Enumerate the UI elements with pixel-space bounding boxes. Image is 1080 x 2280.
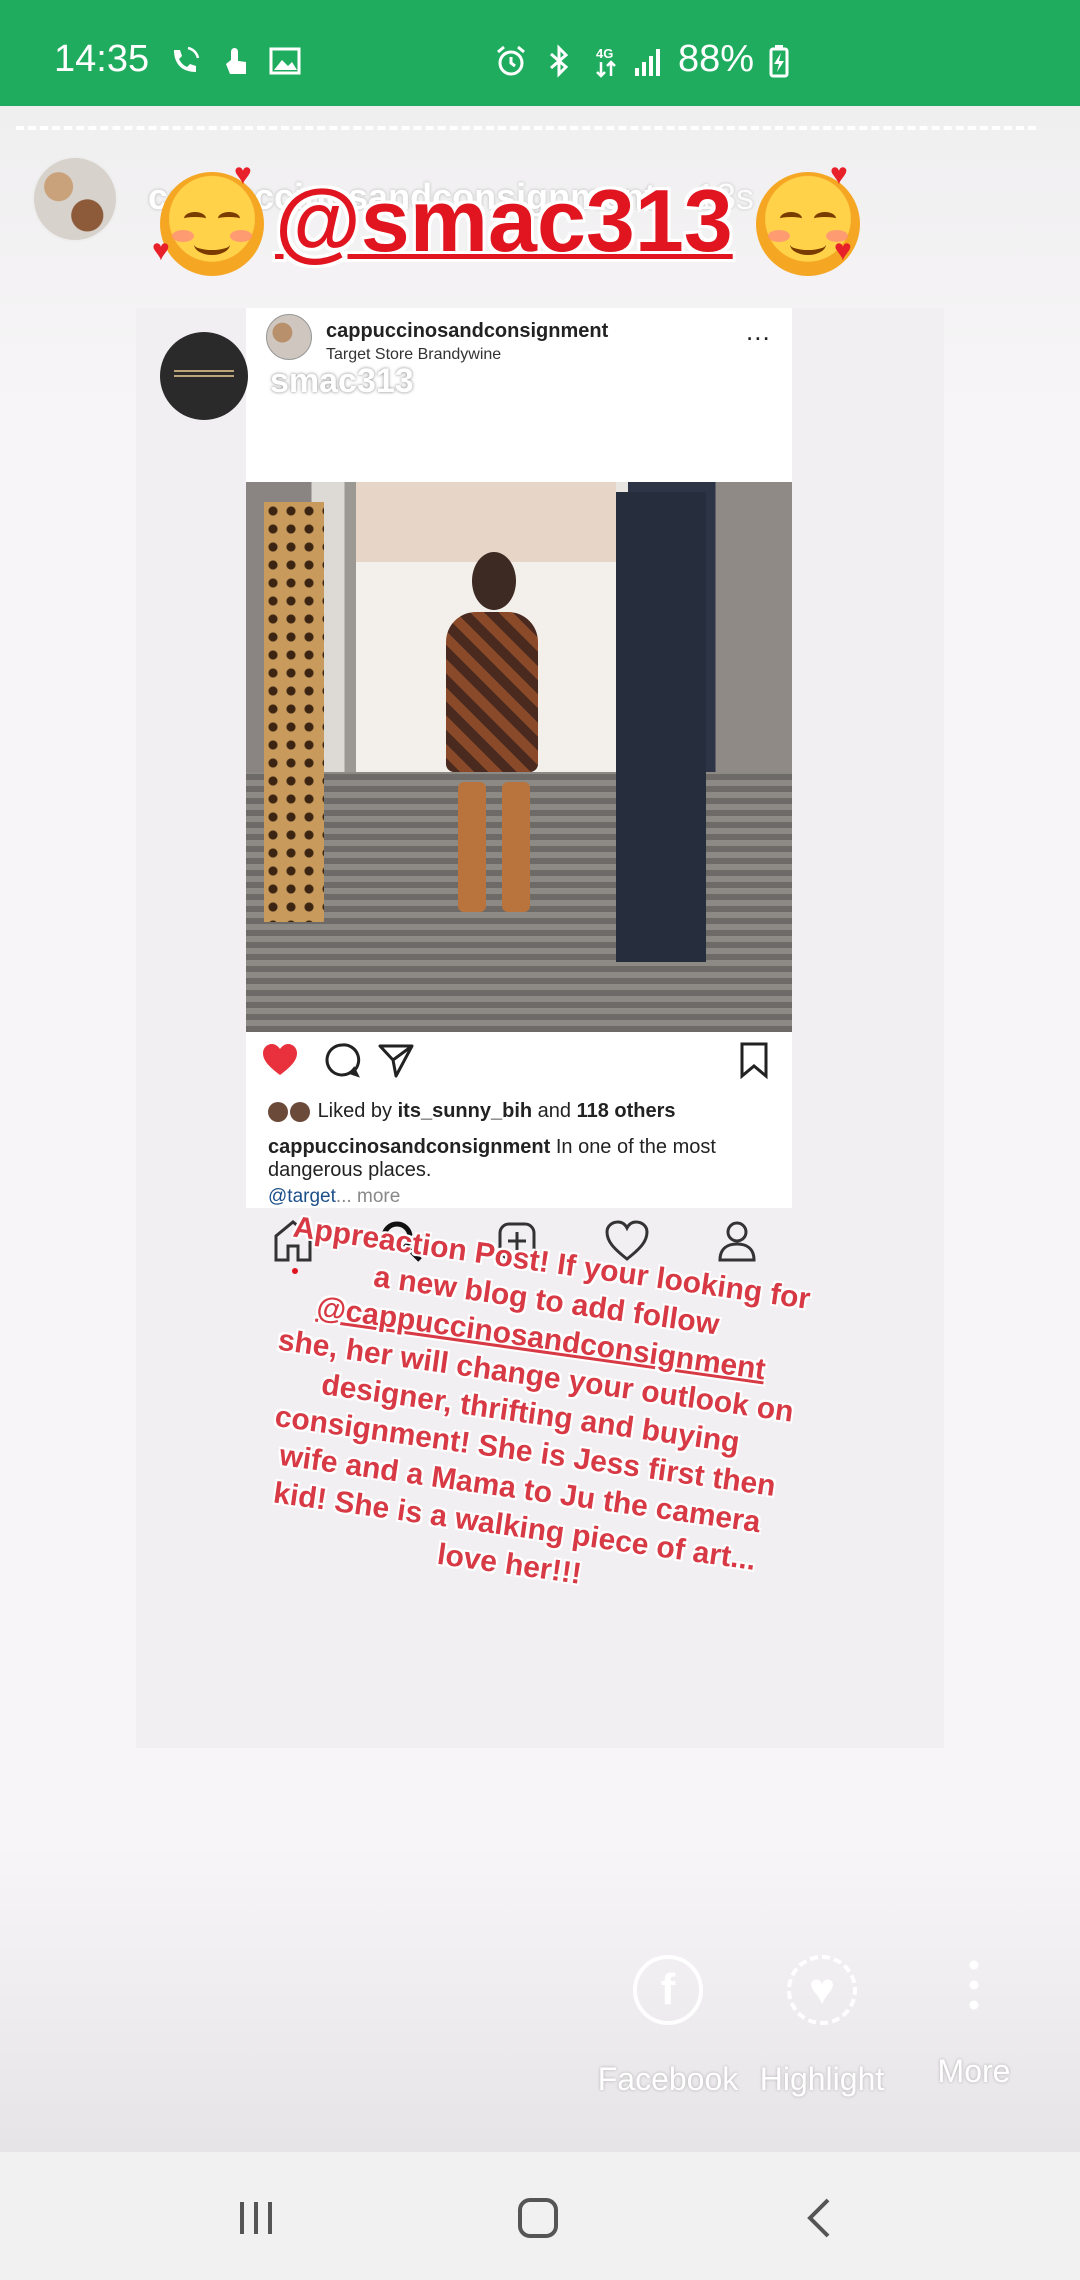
battery-charging-icon (769, 45, 789, 78)
battery-percent: 88% (678, 38, 755, 80)
recent-apps-icon[interactable] (232, 2194, 280, 2242)
heart-filled-icon[interactable] (260, 1040, 300, 1080)
facebook-label: Facebook (597, 2061, 739, 2097)
home-button-icon[interactable] (514, 2194, 562, 2242)
likes-prefix: Liked by (317, 1100, 393, 1122)
more-button[interactable]: More (894, 1955, 1054, 2090)
touch-icon (226, 48, 246, 74)
shared-user-avatar[interactable] (160, 332, 248, 420)
more-label: More (937, 2053, 1011, 2089)
likes-user[interactable]: its_sunny_bih (398, 1100, 532, 1122)
highlight-heart-icon: ♥ (787, 1955, 857, 2025)
shared-post[interactable]: cappuccinosandconsignment Target Store B… (246, 308, 792, 1208)
story-owner-avatar[interactable] (32, 156, 118, 242)
alarm-icon (497, 45, 525, 76)
highlight-label: Highlight (759, 2061, 885, 2097)
shared-username[interactable]: smac313 (270, 362, 414, 401)
4g-data-icon: 4G (596, 46, 616, 78)
smiling-face-with-hearts-icon: ♥ ♥ (152, 158, 264, 276)
facebook-icon: f (633, 1955, 703, 2025)
caption-more[interactable]: ... more (336, 1186, 400, 1207)
caption-tag-line[interactable]: @target... more (268, 1186, 400, 1208)
mention-text[interactable]: @smac313 (275, 170, 733, 272)
post-author-username[interactable]: cappuccinosandconsignment (326, 320, 608, 343)
story-progress-bar (16, 126, 1036, 134)
likes-summary[interactable]: Liked by its_sunny_bih and 118 others (268, 1100, 676, 1123)
image-icon (269, 47, 301, 75)
liker-avatar (290, 1101, 310, 1122)
mention-sticker[interactable]: ♥ ♥ @smac313 ♥ ♥ (152, 158, 880, 278)
post-photo[interactable] (246, 482, 792, 1032)
comment-icon[interactable] (322, 1040, 362, 1080)
story-share-actions: f Facebook ♥ Highlight More (0, 1955, 1080, 2155)
share-icon[interactable] (376, 1040, 416, 1080)
highlight-button[interactable]: ♥ Highlight (742, 1955, 902, 2098)
profile-icon[interactable] (712, 1216, 762, 1266)
caption-tag[interactable]: @target (268, 1186, 336, 1207)
svg-text:4G: 4G (596, 46, 613, 61)
status-bar: 14:35 4G 88% (0, 0, 1080, 106)
bluetooth-icon (550, 44, 569, 78)
likes-and: and (537, 1100, 572, 1122)
status-time: 14:35 (54, 38, 150, 80)
likes-others[interactable]: 118 others (577, 1100, 676, 1122)
bookmark-icon[interactable] (734, 1040, 774, 1080)
more-dots-icon (969, 1955, 979, 2017)
caption-username[interactable]: cappuccinosandconsignment (268, 1136, 550, 1158)
post-author-avatar[interactable] (266, 314, 312, 360)
facebook-share-button[interactable]: f Facebook (588, 1955, 748, 2098)
smiling-face-with-hearts-icon: ♥ ♥ (756, 158, 860, 276)
wifi-calling-icon (174, 46, 200, 72)
post-actions (246, 1032, 792, 1092)
signal-icon (635, 49, 660, 76)
post-caption: cappuccinosandconsignment In one of the … (268, 1136, 778, 1182)
back-icon[interactable] (796, 2194, 844, 2242)
android-nav-bar (0, 2152, 1080, 2280)
post-options-icon[interactable]: ... (746, 316, 771, 347)
liker-avatar (268, 1101, 288, 1122)
